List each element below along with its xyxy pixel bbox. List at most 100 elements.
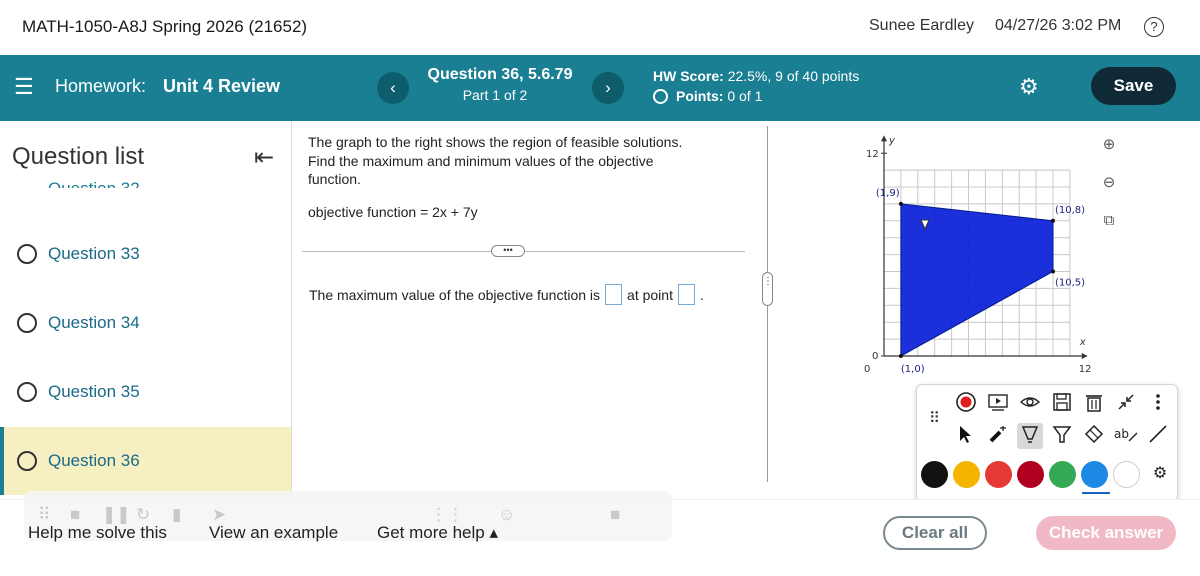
vertex-label: (1,0) [901,364,925,375]
clear-all-button[interactable]: Clear all [883,516,987,550]
x-axis-arrow [1081,353,1088,359]
homework-title: Unit 4 Review [163,76,281,96]
x-tick-max: 12 [1079,364,1092,375]
question-list-item-label: Question 34 [48,313,140,332]
trash-icon[interactable] [1081,391,1107,417]
course-title: MATH-1050-A8J Spring 2026 (21652) [22,17,308,36]
radio-circle-icon [17,451,37,471]
y-axis-label: y [888,135,896,146]
hw-score-label: HW Score: [653,68,724,84]
question-text-line: Find the maximum and minimum values of t… [308,152,654,169]
eye-icon[interactable] [1017,391,1043,417]
record-icon[interactable] [953,391,979,417]
vertex-label: (10,5) [1055,278,1085,289]
highlighter-icon[interactable] [1017,423,1043,449]
help-me-solve-link[interactable]: Help me solve this [28,523,167,543]
color-swatch-white[interactable] [1113,461,1140,488]
eraser-icon[interactable] [1081,423,1107,449]
zoom-in-icon[interactable]: ⊕ [1096,133,1122,159]
pointer-icon[interactable] [953,423,979,449]
question-list-title: Question list [12,143,145,170]
points: Points: 0 of 1 [653,88,762,104]
collapse-sidebar-icon[interactable]: ⇤ [254,143,274,172]
popout-icon[interactable]: ⧉ [1096,209,1122,235]
zoom-out-icon[interactable]: ⊖ [1096,171,1122,197]
objective-function: objective function = 2x + 7y [308,204,478,220]
selected-color-indicator [1082,492,1110,494]
question-text: The graph to the right shows the region … [308,133,748,189]
question-part: Part 1 of 2 [462,87,528,103]
toolbar-settings-icon[interactable]: ⚙ [1147,461,1173,487]
question-list-item-partial[interactable]: Question 32 [48,179,140,188]
question-list-item[interactable]: Question 35 [0,358,291,426]
vertex-point [898,201,903,206]
color-swatch-blue[interactable] [1081,461,1108,488]
question-list-item[interactable]: Question 34 [0,289,291,357]
collapse-icon[interactable] [1113,391,1139,417]
max-point-input[interactable] [677,284,695,305]
x-axis-label: x [1079,337,1086,348]
restart-icon: ↻ [136,505,151,524]
camera-icon: ■ [610,505,621,524]
feasible-region-graph: (1,9) (10,8) (10,5) (1,0) y x 12 0 0 12 [864,135,1092,375]
y-tick-min: 0 [872,351,878,362]
answer-line: The maximum value of the objective funct… [309,284,704,305]
filter-icon[interactable] [1049,423,1075,449]
color-swatch-green[interactable] [1049,461,1076,488]
video-icon[interactable] [985,391,1011,417]
radio-circle-icon [17,382,37,402]
vertex-label: (10,8) [1055,205,1085,216]
line-icon[interactable] [1145,423,1171,449]
app-root: MATH-1050-A8J Spring 2026 (21652) Sunee … [0,0,1200,576]
vertical-split-handle[interactable]: ⋮ [762,272,773,306]
question-list-item-label: Question 36 [48,451,140,470]
chevron-right-icon: › [605,78,611,97]
save-button[interactable]: Save [1091,67,1176,105]
date-time: 04/27/26 3:02 PM [995,17,1122,34]
svg-text:ab: ab [1114,427,1129,441]
y-tick-max: 12 [866,149,879,160]
next-question-button[interactable]: › [592,72,624,104]
more-icon[interactable] [1145,391,1171,417]
grid-icon: ⋮⋮ [430,505,464,524]
laser-pointer-icon[interactable] [985,423,1011,449]
points-value: 0 of 1 [727,88,763,104]
answer-suffix: . [699,286,704,303]
emoji-icon: ☺ [498,505,516,524]
hw-score-value: 22.5%, 9 of 40 points [727,68,860,84]
x-tick-min: 0 [864,364,870,375]
answer-mid: at point [627,286,673,303]
stop-icon: ■ [70,505,81,524]
grip-icon: ⠿ [38,505,51,524]
radio-circle-icon [17,313,37,333]
answer-prefix: The maximum value of the objective funct… [309,286,601,303]
view-example-link[interactable]: View an example [209,523,338,543]
menu-icon[interactable]: ☰ [14,76,34,98]
color-swatch-dark-red[interactable] [1017,461,1044,488]
text-icon[interactable]: ab [1113,423,1139,449]
user-name[interactable]: Sunee Eardley [869,17,974,35]
question-list-item-label: Question 33 [48,244,140,263]
question-text-line: function. [308,171,361,187]
color-swatch-yellow[interactable] [953,461,980,488]
vertex-point [1051,269,1055,274]
question-list-item[interactable]: Question 33 [0,220,291,288]
check-answer-button[interactable]: Check answer [1036,516,1176,550]
settings-gear-icon[interactable]: ⚙ [1019,76,1039,98]
divider-handle[interactable]: ••• [491,245,525,257]
vertex-point [898,354,903,358]
color-swatch-black[interactable] [921,461,948,488]
save-icon[interactable] [1049,391,1075,417]
radio-circle-icon [17,244,37,264]
get-more-help-link[interactable]: Get more help ▴ [377,523,498,543]
question-list-item-active[interactable]: Question 36 [0,427,291,495]
pointer-icon: ➤ [212,505,227,524]
top-bar: MATH-1050-A8J Spring 2026 (21652) Sunee … [0,0,1200,55]
color-swatch-red[interactable] [985,461,1012,488]
drag-grip-icon[interactable]: ⠿ [929,409,940,427]
y-axis-arrow [881,135,887,142]
max-value-input[interactable] [605,284,623,305]
points-status-icon [653,88,668,104]
hw-score: HW Score: 22.5%, 9 of 40 points [653,68,859,84]
help-icon[interactable]: ? [1144,17,1164,37]
